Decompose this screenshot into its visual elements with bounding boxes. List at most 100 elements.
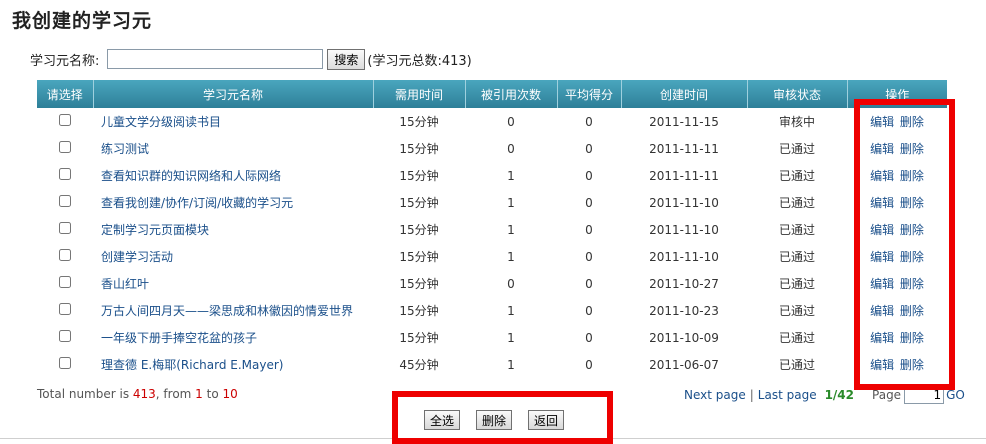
table-row: 定制学习元页面模块 15分钟 1 0 2011-11-10 已通过 编辑 删除 [37, 216, 947, 243]
row-time: 45分钟 [399, 358, 439, 372]
row-score: 0 [585, 195, 593, 210]
row-refs: 1 [507, 249, 515, 264]
row-name-cell: 创建学习活动 [93, 243, 373, 270]
header-name: 学习元名称 [93, 80, 374, 108]
row-select-cell [37, 162, 93, 189]
search-row: 学习元名称: 搜索 (学习元总数:413) [30, 47, 472, 71]
row-select-cell [37, 351, 93, 378]
highlight-box-operations [854, 99, 955, 390]
row-checkbox[interactable] [59, 195, 71, 207]
row-date: 2011-11-10 [649, 195, 719, 210]
row-status: 审核中 [778, 115, 815, 129]
row-checkbox[interactable] [59, 276, 71, 288]
pager-separator: | [749, 388, 754, 402]
row-select-cell [37, 297, 93, 324]
learning-unit-table: 请选择 学习元名称 需用时间 被引用次数 平均得分 创建时间 审核状态 操作 儿… [37, 80, 947, 378]
row-refs: 0 [507, 141, 515, 156]
total-count: 413 [132, 387, 156, 401]
row-status: 已通过 [778, 196, 815, 210]
row-date: 2011-10-23 [649, 303, 719, 318]
row-status: 已通过 [778, 331, 815, 345]
row-date: 2011-11-11 [649, 168, 719, 183]
row-score: 0 [585, 141, 593, 156]
row-date: 2011-10-09 [649, 330, 719, 345]
row-score: 0 [585, 249, 593, 264]
table-row: 练习测试 15分钟 0 0 2011-11-11 已通过 编辑 删除 [37, 135, 947, 162]
row-select-cell [37, 108, 93, 135]
row-status: 已通过 [778, 358, 815, 372]
header-score: 平均得分 [557, 80, 622, 108]
from-value: 1 [195, 387, 203, 401]
row-refs: 1 [507, 357, 515, 372]
table-row: 一年级下册手捧空花盆的孩子 15分钟 1 0 2011-10-09 已通过 编辑 删除 [37, 324, 947, 351]
row-score: 0 [585, 276, 593, 291]
go-link[interactable]: GO [946, 388, 965, 402]
row-checkbox[interactable] [59, 249, 71, 261]
to-text: to [202, 387, 223, 401]
row-date: 2011-10-27 [649, 276, 719, 291]
table-row: 查看知识群的知识网络和人际网络 15分钟 1 0 2011-11-11 已通过 编辑 删除 [37, 162, 947, 189]
header-date: 创建时间 [621, 80, 748, 108]
table-row: 创建学习活动 15分钟 1 0 2011-11-10 已通过 编辑 删除 [37, 243, 947, 270]
row-status: 已通过 [778, 223, 815, 237]
row-time: 15分钟 [399, 250, 439, 264]
search-total: (学习元总数:413) [367, 53, 472, 69]
table-body: 儿童文学分级阅读书目 15分钟 0 0 2011-11-15 审核中 编辑 删除 练习测试 15… [37, 108, 947, 378]
row-checkbox[interactable] [59, 357, 71, 369]
total-summary: Total number is 413, from 1 to 10 [37, 387, 238, 401]
learning-unit-link[interactable]: 练习测试 [101, 142, 149, 156]
table-row: 香山红叶 15分钟 0 0 2011-10-27 已通过 编辑 删除 [37, 270, 947, 297]
table-row: 查看我创建/协作/订阅/收藏的学习元 15分钟 1 0 2011-11-10 已通过 编辑 … [37, 189, 947, 216]
row-checkbox[interactable] [59, 303, 71, 315]
next-page-link[interactable]: Next page [684, 388, 746, 402]
row-score: 0 [585, 168, 593, 183]
header-status: 审核状态 [747, 80, 848, 108]
from-text: , from [155, 387, 196, 401]
learning-unit-link[interactable]: 创建学习活动 [101, 250, 173, 264]
learning-unit-link[interactable]: 一年级下册手捧空花盆的孩子 [101, 331, 257, 345]
page-label: Page [872, 388, 902, 402]
learning-unit-link[interactable]: 万古人间四月天——梁思成和林徽因的情爱世界 [101, 304, 353, 318]
row-name-cell: 儿童文学分级阅读书目 [93, 108, 373, 135]
row-refs: 1 [507, 222, 515, 237]
total-prefix: Total number is [37, 387, 133, 401]
row-select-cell [37, 324, 93, 351]
row-checkbox[interactable] [59, 330, 71, 342]
table-header-row: 请选择 学习元名称 需用时间 被引用次数 平均得分 创建时间 审核状态 操作 [37, 80, 947, 108]
learning-unit-link[interactable]: 理查德 E.梅耶(Richard E.Mayer) [101, 358, 283, 372]
row-refs: 0 [507, 276, 515, 291]
row-checkbox[interactable] [59, 168, 71, 180]
to-value: 10 [222, 387, 238, 401]
row-checkbox[interactable] [59, 114, 71, 126]
learning-unit-link[interactable]: 儿童文学分级阅读书目 [101, 115, 221, 129]
row-refs: 1 [507, 168, 515, 183]
row-status: 已通过 [778, 304, 815, 318]
row-name-cell: 查看我创建/协作/订阅/收藏的学习元 [93, 189, 373, 216]
learning-unit-link[interactable]: 香山红叶 [101, 277, 149, 291]
table-row: 理查德 E.梅耶(Richard E.Mayer) 45分钟 1 0 2011-06-0… [37, 351, 947, 378]
row-status: 已通过 [778, 169, 815, 183]
row-refs: 1 [507, 195, 515, 210]
row-date: 2011-11-10 [649, 249, 719, 264]
learning-unit-link[interactable]: 查看我创建/协作/订阅/收藏的学习元 [101, 196, 293, 210]
row-date: 2011-11-15 [649, 114, 719, 129]
row-date: 2011-11-10 [649, 222, 719, 237]
row-score: 0 [585, 222, 593, 237]
learning-unit-link[interactable]: 查看知识群的知识网络和人际网络 [101, 169, 281, 183]
row-refs: 1 [507, 303, 515, 318]
row-status: 已通过 [778, 142, 815, 156]
row-score: 0 [585, 303, 593, 318]
row-checkbox[interactable] [59, 141, 71, 153]
header-time: 需用时间 [373, 80, 466, 108]
row-checkbox[interactable] [59, 222, 71, 234]
row-select-cell [37, 216, 93, 243]
row-time: 15分钟 [399, 331, 439, 345]
row-name-cell: 练习测试 [93, 135, 373, 162]
row-status: 已通过 [778, 277, 815, 291]
learning-unit-link[interactable]: 定制学习元页面模块 [101, 223, 209, 237]
search-input[interactable] [107, 49, 324, 69]
search-button[interactable]: 搜索 [327, 48, 366, 70]
row-select-cell [37, 135, 93, 162]
last-page-link[interactable]: Last page [758, 388, 817, 402]
header-select: 请选择 [37, 80, 94, 108]
